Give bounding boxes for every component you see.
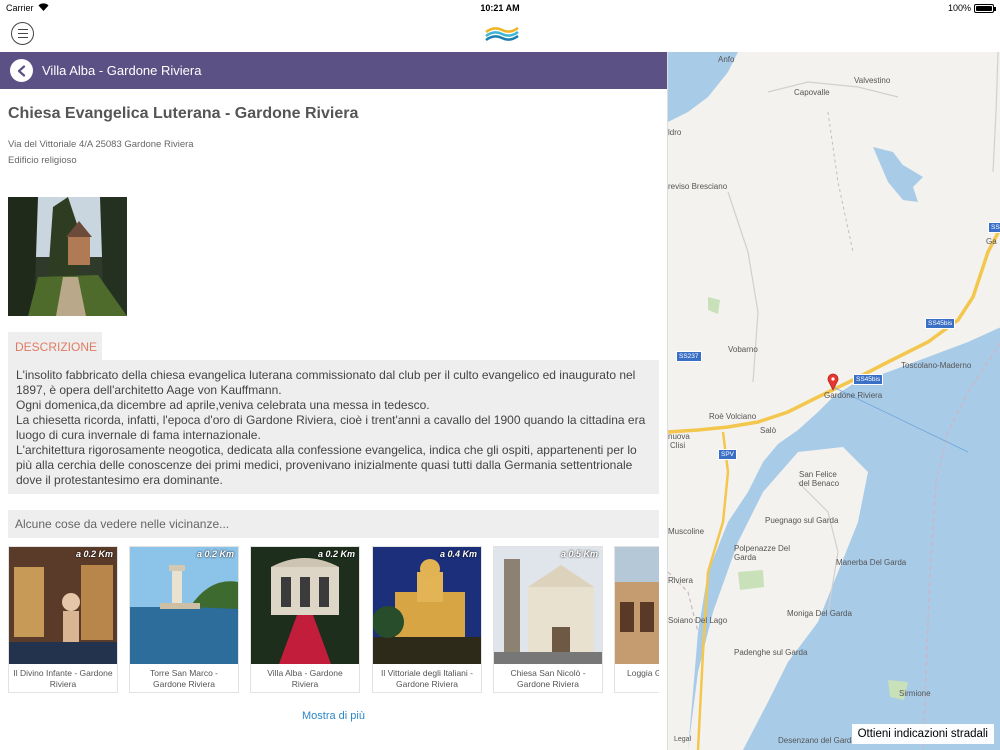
map-label: Muscoline [668,527,705,536]
nav-title: Villa Alba - Gardone Riviera [42,63,202,78]
map-label: reviso Bresciano [668,182,728,191]
map-label: ldro [668,128,682,137]
poi-photo[interactable] [8,197,127,316]
map-label: Moniga Del Garda [787,609,852,618]
hamburger-icon [17,28,28,31]
map-label: Soiano Del Lago [668,616,728,625]
map-label: Toscolano-Maderno [901,361,972,370]
road-shield: SS237 [676,351,702,362]
map-canvas [668,52,1000,750]
back-button[interactable] [10,59,33,82]
poi-detail: Chiesa Evangelica Luterana - Gardone Riv… [0,89,667,750]
nearby-card-title: Torre San Marco - Gardone Riviera [149,668,219,689]
nearby-card-title: Chiesa San Nicolò - Gardone Riviera [510,668,586,689]
nearby-card-photo: a 0.2 Km [9,547,117,664]
map-label: Salò [760,426,777,435]
hamburger-icon-line [17,36,28,39]
clock: 10:21 AM [480,3,520,13]
map-label: Polpenazze Del Garda [734,544,791,562]
map-legal-link[interactable]: Legal [674,736,691,743]
description-tab[interactable]: DESCRIZIONE [8,332,102,360]
nearby-card-title: Il Vittoriale degli Italiani - Gardone R… [381,668,473,689]
status-bar: Carrier 10:21 AM 100% [0,0,1000,16]
road-shield: SS4 [988,222,1000,233]
nearby-card-photo [615,547,659,664]
nearby-card-distance: a 0.5 Km [560,549,598,559]
map-view[interactable]: Anfo Valvestino Capovalle ldro reviso Br… [667,52,1000,750]
map-label: Ga [986,237,997,246]
map-label: Puegnago sul Garda [765,516,839,525]
get-directions-button[interactable]: Ottieni indicazioni stradali [851,724,994,744]
nearby-card-photo: a 0.5 Km [494,547,602,664]
description-paragraph: Ogni domenica,da dicembre ad aprile,veni… [16,398,430,412]
nearby-card-distance: a 0.4 Km [439,549,477,559]
nearby-heading: Alcune cose da vedere nelle vicinanze... [8,510,659,538]
map-pin-icon[interactable] [827,373,839,391]
map-label: Padenghe sul Garda [734,648,808,657]
app-header [0,16,1000,52]
nearby-card[interactable]: a 0.2 Km Torre San Marco - Gardone Rivie… [129,546,239,693]
description-paragraph: L'architettura rigorosamente neogotica, … [16,443,637,487]
map-label: Manerba Del Garda [836,558,907,567]
description-text: L'insolito fabbricato della chiesa evang… [8,360,659,494]
map-label: Valvestino [854,76,891,85]
hamburger-icon-line [17,32,28,35]
map-label: nuova [668,432,690,441]
nearby-card-photo: a 0.2 Km [130,547,238,664]
chevron-left-icon [17,64,25,77]
nearby-card[interactable]: a 0.2 Km Villa Alba - Gardone Riviera [250,546,360,693]
battery-icon [974,3,996,13]
map-label: Riviera [668,576,693,585]
map-label: San Felice del Benaco [799,470,840,488]
nearby-card-photo: a 0.4 Km [373,547,481,664]
nearby-card-distance: a 0.2 Km [75,549,113,559]
road-shield: SS45bis [925,318,956,329]
battery-percent: 100% [947,3,971,13]
map-label: Roè Volciano [709,412,757,421]
description-paragraph: L'insolito fabbricato della chiesa evang… [16,368,636,397]
nearby-card-distance: a 0.2 Km [196,549,234,559]
page-title: Chiesa Evangelica Luterana - Gardone Riv… [8,105,359,122]
map-label: Capovalle [794,88,830,97]
map-label: Clisi [670,441,686,450]
map-label: Anfo [718,55,735,64]
map-label: Sirmione [899,689,931,698]
map-label: Gardone Riviera [824,391,883,400]
nearby-card[interactable]: a 0.5 Km Chiesa San Nicolò - Gardone Riv… [493,546,603,693]
menu-button[interactable] [11,22,34,45]
show-more-link[interactable]: Mostra di più [0,710,667,722]
map-label: Desenzano del Garda [778,736,856,745]
map-label: Vobarno [728,345,758,354]
nearby-card-photo: a 0.2 Km [251,547,359,664]
nearby-card[interactable]: a 0.4 Km Il Vittoriale degli Italiani - … [372,546,482,693]
description-paragraph: La chiesetta ricorda, infatti, l'epoca d… [16,413,646,442]
road-shield: SS45bis [853,374,884,385]
nearby-carousel[interactable]: a 0.2 Km Il Divino Infante - Gardone Riv… [8,546,659,696]
nearby-card-distance: a 0.2 Km [317,549,355,559]
nearby-card[interactable]: a 0.2 Km Il Divino Infante - Gardone Riv… [8,546,118,693]
nearby-card-title: Il Divino Infante - Gardone Riviera [13,668,113,689]
poi-category: Edificio religioso [8,155,77,166]
nearby-card-title: Villa Alba - Gardone Riviera [267,668,343,689]
nearby-card[interactable]: Loggia Gardo [614,546,659,693]
nav-bar: Villa Alba - Gardone Riviera [0,52,667,89]
poi-address: Via del Vittoriale 4/A 25083 Gardone Riv… [8,139,194,150]
road-shield: SPV [718,449,738,460]
wave-logo-icon [485,26,519,42]
nearby-card-title: Loggia Gardo [627,668,659,678]
